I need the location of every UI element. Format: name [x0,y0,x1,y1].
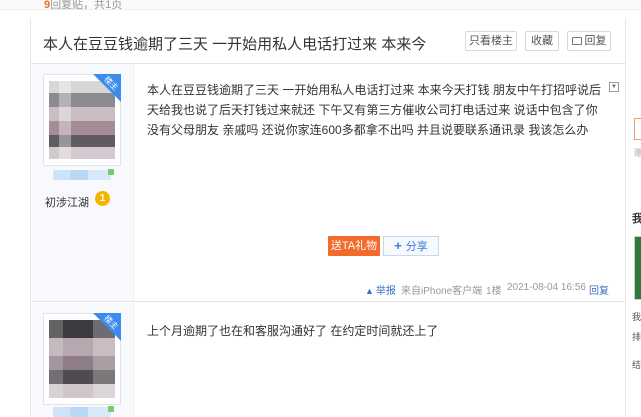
send-gift-button[interactable]: 送TA礼物 [328,236,380,256]
thread-main: 本人在豆豆钱逾期了三天 一开始用私人电话打过来 本来今 只看楼主 收藏 回复 楼… [30,18,627,417]
level-name[interactable]: 初涉江湖 [45,194,89,210]
sidebar-text: 赠 [634,148,641,158]
warning-icon: ▲ [365,286,374,296]
member-icon [108,406,114,412]
share-label: 分享 [405,241,428,253]
post-floor-2: 楼主 上个月逾期了也在和客服沟通好了 在约定时间就还上了 [31,303,627,417]
avatar-frame[interactable]: 楼主 [43,74,121,166]
right-sidebar-edge: 赠 我 我 排 结 [626,18,641,416]
post-floor-1: 楼主 初涉江湖 1 本人在豆豆钱逾期了三天 一开始用私人电话打过来 本来今天打钱… [31,64,627,302]
username-blurred[interactable] [53,169,114,180]
sidebar-text: 排 [632,332,641,342]
share-button[interactable]: + 分享 [383,236,439,256]
reply-button[interactable]: 回复 [567,31,611,51]
collapse-icon[interactable]: ▼ [609,82,619,92]
reply-button-label: 回复 [584,35,607,47]
client-source[interactable]: 来自iPhone客户端 [401,282,482,297]
thread-title: 本人在豆豆钱逾期了三天 一开始用私人电话打过来 本来今 [43,36,427,53]
sidebar-text: 结 [632,360,641,370]
floor-number: 1楼 [486,286,502,297]
sidebar-widget[interactable] [634,118,641,140]
author-panel: 楼主 [31,303,134,417]
post-time: 2021-08-04 16:56 [507,282,586,293]
favorite-button[interactable]: 收藏 [525,31,559,51]
sidebar-heading: 我 [632,213,641,225]
avatar-frame[interactable]: 楼主 [43,313,121,405]
only-op-button[interactable]: 只看楼主 [465,31,517,51]
author-panel: 楼主 初涉江湖 1 [31,64,134,301]
post-content: 上个月逾期了也在和客服沟通好了 在约定时间就还上了 [147,324,439,338]
reply-count-strip: 9回复贴，共1页 [0,0,641,11]
level-badge-icon[interactable]: 1 [95,191,110,206]
reply-count-text: 回复贴，共1页 [50,0,123,11]
post-content: 本人在豆豆钱逾期了三天 一开始用私人电话打过来 本来今天打钱 朋友中午打招呼说后… [147,83,602,137]
sidebar-image[interactable] [634,236,641,300]
sidebar-text: 我 [632,312,641,322]
plus-icon: + [394,238,402,253]
report-link[interactable]: ▲ 举报 [365,282,396,297]
comment-icon [571,37,582,45]
thread-title-bar: 本人在豆豆钱逾期了三天 一开始用私人电话打过来 本来今 只看楼主 收藏 回复 [31,18,627,64]
bottom-toolbar [430,406,641,416]
report-label: 举报 [375,286,396,297]
post-reply-link[interactable]: 回复 [589,282,609,297]
member-icon [108,169,114,175]
